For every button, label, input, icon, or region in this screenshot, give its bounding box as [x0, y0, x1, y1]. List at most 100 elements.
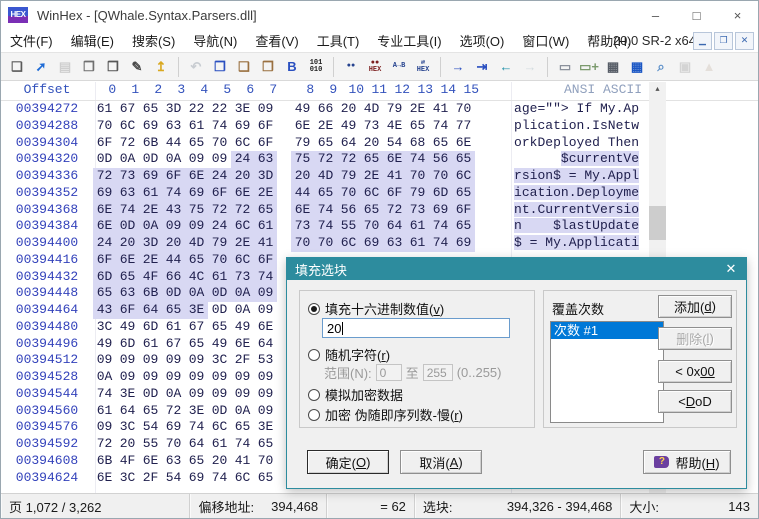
- byte-cell[interactable]: 41: [231, 453, 254, 470]
- byte-cell[interactable]: 69: [231, 118, 254, 135]
- add-disk-icon[interactable]: ▭+: [577, 55, 601, 79]
- byte-cell[interactable]: 49: [116, 319, 139, 336]
- byte-cell[interactable]: 66: [162, 268, 185, 286]
- byte-cell[interactable]: 6F: [383, 184, 406, 202]
- byte-cell[interactable]: 09: [254, 285, 277, 302]
- byte-cell[interactable]: 4E: [383, 118, 406, 135]
- byte-cell[interactable]: 49: [93, 336, 116, 353]
- byte-cell[interactable]: 09: [162, 369, 185, 386]
- byte-cell[interactable]: 49: [337, 118, 360, 135]
- dialog-close-icon[interactable]: ✕: [716, 258, 746, 280]
- byte-cell[interactable]: 61: [93, 403, 116, 420]
- byte-cell[interactable]: 6F: [452, 201, 475, 219]
- byte-cell[interactable]: 64: [185, 436, 208, 453]
- byte-cell[interactable]: 6E: [452, 135, 475, 152]
- byte-cell[interactable]: 65: [185, 453, 208, 470]
- byte-cell[interactable]: 3E: [185, 302, 208, 319]
- help-button[interactable]: ? 帮助(H): [643, 450, 731, 474]
- byte-cell[interactable]: 65: [254, 436, 277, 453]
- byte-cell[interactable]: 44: [162, 135, 185, 152]
- byte-cell[interactable]: 65: [360, 151, 383, 168]
- ascii-cell[interactable]: age=""> If My.Ap: [514, 101, 642, 118]
- byte-cell[interactable]: 0D: [116, 218, 139, 235]
- byte-cell[interactable]: 6F: [93, 135, 116, 152]
- byte-cell[interactable]: 09: [254, 369, 277, 386]
- byte-cell[interactable]: 70: [429, 168, 452, 185]
- menu-item-8[interactable]: 窗口(W): [513, 28, 578, 53]
- byte-cell[interactable]: 72: [208, 201, 231, 219]
- byte-cell[interactable]: 09: [116, 352, 139, 369]
- byte-cell[interactable]: 6B: [139, 285, 162, 302]
- byte-cell[interactable]: 75: [185, 201, 208, 219]
- menu-item-1[interactable]: 编辑(E): [62, 28, 123, 53]
- byte-cell[interactable]: 67: [162, 336, 185, 353]
- byte-cell[interactable]: 65: [314, 135, 337, 152]
- preset-dod-button[interactable]: < DoD: [658, 390, 732, 413]
- pass-listbox[interactable]: 次数 #1: [550, 321, 664, 423]
- byte-cell[interactable]: 73: [406, 201, 429, 219]
- maximize-button[interactable]: □: [676, 1, 717, 29]
- ok-button[interactable]: 确定(O): [307, 450, 389, 474]
- add-button[interactable]: 添加(d): [658, 295, 732, 318]
- byte-cell[interactable]: 2E: [314, 118, 337, 135]
- byte-cell[interactable]: 74: [116, 201, 139, 219]
- scroll-up-icon[interactable]: ▲: [649, 82, 666, 98]
- byte-cell[interactable]: 6E: [185, 168, 208, 185]
- byte-cell[interactable]: 20: [337, 101, 360, 118]
- byte-cell[interactable]: 63: [162, 453, 185, 470]
- byte-cell[interactable]: 0D: [208, 403, 231, 420]
- minimize-button[interactable]: –: [635, 1, 676, 29]
- byte-cell[interactable]: 6C: [231, 135, 254, 152]
- byte-cell[interactable]: 0D: [208, 285, 231, 302]
- byte-cell[interactable]: 6C: [337, 235, 360, 252]
- byte-cell[interactable]: 20: [231, 168, 254, 185]
- byte-cell[interactable]: 24: [93, 235, 116, 252]
- byte-cell[interactable]: 74: [406, 151, 429, 168]
- byte-cell[interactable]: 61: [162, 319, 185, 336]
- byte-cell[interactable]: 0D: [208, 302, 231, 319]
- byte-cell[interactable]: 09: [208, 369, 231, 386]
- byte-cell[interactable]: 79: [383, 101, 406, 118]
- byte-cell[interactable]: 72: [231, 201, 254, 219]
- byte-cell[interactable]: 0A: [93, 369, 116, 386]
- byte-cell[interactable]: 3C: [116, 419, 139, 436]
- replace-text-icon[interactable]: A→B: [387, 55, 411, 79]
- byte-cell[interactable]: 6F: [254, 118, 277, 135]
- byte-cell[interactable]: 70: [360, 218, 383, 235]
- byte-cell[interactable]: 65: [452, 151, 475, 168]
- byte-cell[interactable]: 61: [254, 218, 277, 235]
- byte-cell[interactable]: 6E: [231, 184, 254, 202]
- byte-cell[interactable]: 55: [139, 436, 162, 453]
- byte-cell[interactable]: 74: [162, 184, 185, 202]
- paste-into-new-file-icon[interactable]: ❒: [256, 55, 280, 79]
- mdi-minimize-button[interactable]: ▁: [693, 31, 712, 50]
- byte-cell[interactable]: 70: [93, 118, 116, 135]
- byte-cell[interactable]: 73: [291, 218, 314, 235]
- mdi-restore-button[interactable]: ❐: [714, 31, 733, 50]
- byte-cell[interactable]: 0D: [93, 151, 116, 168]
- byte-cell[interactable]: 69: [185, 470, 208, 487]
- byte-cell[interactable]: 79: [337, 168, 360, 185]
- byte-cell[interactable]: 74: [93, 386, 116, 403]
- byte-cell[interactable]: 79: [208, 235, 231, 252]
- byte-cell[interactable]: 20: [116, 436, 139, 453]
- byte-cell[interactable]: 65: [254, 201, 277, 219]
- byte-cell[interactable]: 3D: [254, 168, 277, 185]
- byte-cell[interactable]: 6D: [139, 319, 162, 336]
- byte-cell[interactable]: 65: [429, 135, 452, 152]
- byte-cell[interactable]: 6F: [208, 184, 231, 202]
- menu-item-3[interactable]: 导航(N): [184, 28, 246, 53]
- byte-cell[interactable]: 09: [231, 369, 254, 386]
- byte-cell[interactable]: 65: [185, 251, 208, 269]
- byte-cell[interactable]: 64: [139, 302, 162, 319]
- back-icon[interactable]: ←: [494, 55, 518, 79]
- byte-cell[interactable]: 6C: [231, 470, 254, 487]
- byte-cell[interactable]: 6C: [231, 218, 254, 235]
- byte-cell[interactable]: 72: [93, 436, 116, 453]
- byte-cell[interactable]: 61: [139, 184, 162, 202]
- byte-cell[interactable]: 65: [93, 285, 116, 302]
- byte-cell[interactable]: 09: [185, 218, 208, 235]
- byte-cell[interactable]: 70: [254, 453, 277, 470]
- byte-cell[interactable]: 67: [185, 319, 208, 336]
- byte-cell[interactable]: 6E: [139, 453, 162, 470]
